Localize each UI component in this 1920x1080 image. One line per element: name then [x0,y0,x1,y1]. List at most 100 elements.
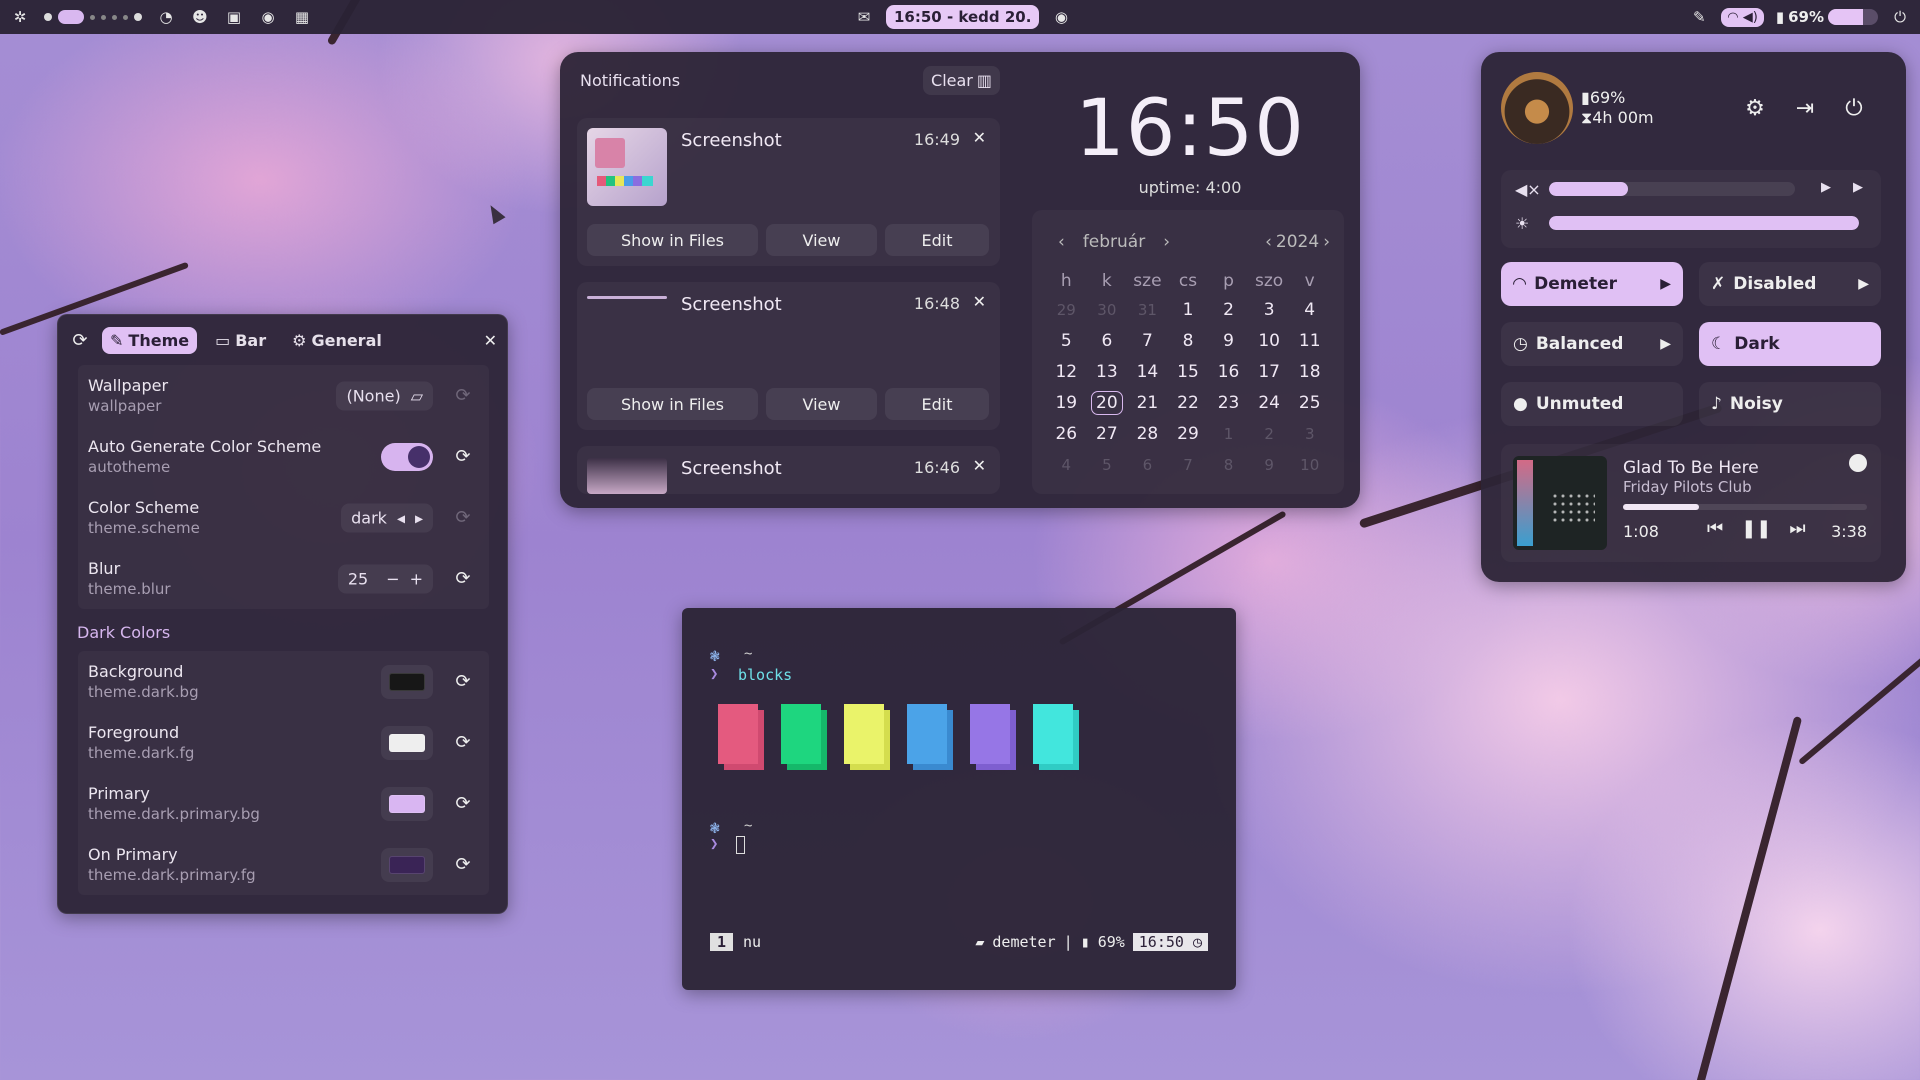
notification-card[interactable]: Screenshot 16:48 ✕ Show in Files View Ed… [577,282,1000,430]
wifi-toggle[interactable]: ◠ Demeter ▶ [1501,262,1683,306]
dark-mode-toggle[interactable]: ☾ Dark [1699,322,1881,366]
power-profile-toggle[interactable]: ◷ Balanced ▶ [1501,322,1683,366]
calculator-icon[interactable]: ▦ [292,7,312,27]
power-icon[interactable]: ⏻ [1838,92,1870,124]
workspace-dot[interactable] [112,14,117,20]
calendar-day[interactable]: 8 [1208,449,1249,480]
gear-icon[interactable]: ⚙ [1739,92,1771,124]
app-icon[interactable]: ◔ [156,7,176,27]
calendar-day[interactable]: 24 [1249,387,1290,418]
calendar-day[interactable]: 5 [1046,325,1087,356]
calendar-day[interactable]: 16 [1208,356,1249,387]
view-button[interactable]: View [766,224,877,256]
microphone-toggle[interactable]: ● Unmuted [1501,382,1683,426]
calendar-day[interactable]: 11 [1289,325,1330,356]
spotify-icon[interactable]: ◉ [1051,7,1071,27]
chevron-right-icon[interactable]: ▶ [1858,276,1869,292]
calendar-day[interactable]: 20 [1087,387,1128,418]
reset-button[interactable]: ⟳ [449,729,477,757]
chevron-right-icon[interactable]: ▶ [1853,180,1863,195]
notification-card[interactable]: Screenshot 16:49 ✕ Show in Files View Ed… [577,118,1000,266]
calendar-day[interactable]: 4 [1289,294,1330,325]
track-progress[interactable] [1623,504,1867,510]
calendar-day[interactable]: 25 [1289,387,1330,418]
logout-icon[interactable]: ⇥ [1789,92,1821,124]
chevron-left-icon[interactable]: ◂ [397,508,405,527]
calendar-day[interactable]: 13 [1087,356,1128,387]
clear-button[interactable]: Clear ▥ [923,66,1000,95]
reset-button[interactable]: ⟳ [449,790,477,818]
autotheme-toggle[interactable] [381,442,433,471]
calendar-day[interactable]: 10 [1289,449,1330,480]
close-icon[interactable]: ✕ [484,331,497,350]
calendar-day[interactable]: 27 [1087,418,1128,449]
calendar-day[interactable]: 9 [1208,325,1249,356]
workspace-dot[interactable] [123,14,128,20]
calendar-day[interactable]: 3 [1289,418,1330,449]
workspace-active[interactable] [58,10,84,24]
terminal-cursor[interactable] [736,836,745,854]
next-year-icon[interactable]: › [1323,232,1330,252]
chevron-right-icon[interactable]: ▶ [1821,180,1831,195]
close-icon[interactable]: ✕ [973,292,986,311]
chevron-right-icon[interactable]: ▶ [1660,336,1671,352]
tab-theme[interactable]: ✎ Theme [102,326,198,354]
color-picker-icon[interactable]: ✎ [1689,7,1709,27]
spotify-icon[interactable]: ◉ [258,7,278,27]
calendar-day[interactable]: 2 [1208,294,1249,325]
chevron-right-icon[interactable]: ▸ [415,508,423,527]
prev-year-icon[interactable]: ‹ [1265,232,1272,252]
blur-value[interactable]: 25 [348,569,368,588]
previous-track-icon[interactable]: ⏮ [1707,518,1723,539]
calendar-day[interactable]: 15 [1168,356,1209,387]
next-month-icon[interactable]: › [1163,232,1170,252]
calendar-day[interactable]: 26 [1046,418,1087,449]
terminal-window[interactable]: ❃ ~ ❯ blocks ❃ ~ ❯ 1 nu ▰ demeter | ▮ 69… [682,608,1236,990]
volume-muted-icon[interactable]: ◀× [1515,180,1541,199]
calendar-day[interactable]: 10 [1249,325,1290,356]
terminal-icon[interactable]: ▣ [224,7,244,27]
reset-button[interactable]: ⟳ [449,504,477,532]
pause-icon[interactable]: ❚❚ [1741,518,1771,539]
calendar-day[interactable]: 3 [1249,294,1290,325]
next-track-icon[interactable]: ⏭ [1789,518,1805,539]
reset-button[interactable]: ⟳ [449,565,477,593]
show-in-files-button[interactable]: Show in Files [587,388,758,420]
reset-button[interactable]: ⟳ [449,443,477,471]
volume-slider[interactable] [1549,182,1795,196]
workspaces[interactable] [44,10,142,24]
calendar-day[interactable]: 28 [1127,418,1168,449]
calendar-day[interactable]: 7 [1127,325,1168,356]
calendar-day[interactable]: 23 [1208,387,1249,418]
calendar-day[interactable]: 6 [1127,449,1168,480]
minus-icon[interactable]: − [386,569,399,588]
calendar-day[interactable]: 2 [1249,418,1290,449]
workspace-dot[interactable] [101,14,106,20]
reset-button[interactable]: ⟳ [449,668,477,696]
workspace-dot[interactable] [134,13,142,21]
color-picker-button[interactable] [381,847,433,882]
reset-button[interactable]: ⟳ [449,851,477,879]
calendar-day[interactable]: 18 [1289,356,1330,387]
reload-icon[interactable]: ⟳ [68,330,92,351]
reset-button[interactable]: ⟳ [449,382,477,410]
plus-icon[interactable]: + [410,569,423,588]
calendar-day[interactable]: 4 [1046,449,1087,480]
battery-indicator[interactable]: ▮ 69% [1776,8,1878,26]
calendar-day[interactable]: 21 [1127,387,1168,418]
power-icon[interactable]: ⏻ [1890,7,1910,27]
calendar-day[interactable]: 12 [1046,356,1087,387]
tab-bar[interactable]: ▭ Bar [207,327,274,354]
workspace-dot[interactable] [90,14,95,20]
app-icon[interactable]: ☻ [190,7,210,27]
calendar-day[interactable]: 30 [1087,294,1128,325]
calendar-day[interactable]: 1 [1168,294,1209,325]
brightness-slider[interactable] [1549,216,1859,230]
calendar-day[interactable]: 6 [1087,325,1128,356]
prev-month-icon[interactable]: ‹ [1058,232,1065,252]
edit-button[interactable]: Edit [885,224,989,256]
topbar-clock[interactable]: 16:50 - kedd 20. [886,5,1040,29]
chevron-right-icon[interactable]: ▶ [1660,276,1671,292]
calendar-day[interactable]: 19 [1046,387,1087,418]
launcher-icon[interactable]: ✲ [10,7,30,27]
